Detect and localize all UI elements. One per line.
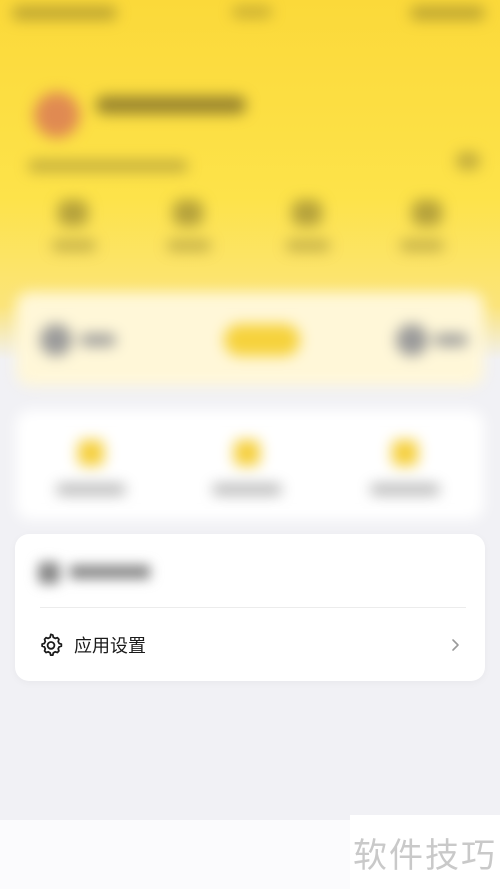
user-subtitle	[28, 160, 188, 172]
avatar[interactable]	[34, 92, 80, 138]
shortcut-icon-4[interactable]	[412, 200, 442, 226]
shortcut-label-2	[167, 240, 211, 251]
feature-icon-1[interactable]	[78, 440, 104, 466]
app-settings-row[interactable]: 应用设置	[15, 614, 485, 676]
feedback-icon	[38, 562, 60, 584]
gear-icon	[39, 633, 63, 657]
shortcut-icon-2[interactable]	[173, 200, 203, 226]
shortcut-label-3	[286, 240, 330, 251]
feature-icon-3[interactable]	[392, 440, 418, 466]
shortcut-label-4	[400, 240, 444, 251]
shortcut-label-1	[52, 240, 96, 251]
divider	[40, 607, 466, 608]
feedback-row-blurred[interactable]	[15, 534, 485, 607]
shortcut-icon-3[interactable]	[292, 200, 322, 226]
membership-text-right	[434, 334, 468, 346]
header-action-icon[interactable]	[456, 152, 480, 170]
membership-icon-left	[40, 324, 72, 356]
blurred-background-content	[0, 0, 500, 889]
status-bar-left	[12, 6, 117, 20]
feature-label-1	[56, 484, 126, 495]
chevron-right-icon	[449, 637, 461, 653]
membership-icon-right	[396, 324, 428, 356]
settings-card: 应用设置	[15, 534, 485, 681]
app-settings-label: 应用设置	[74, 636, 146, 657]
membership-action-button[interactable]	[224, 324, 300, 356]
username	[96, 96, 246, 114]
shortcut-icon-1[interactable]	[58, 200, 88, 226]
watermark: 软件技巧	[350, 815, 500, 889]
feedback-label	[70, 565, 150, 579]
feature-label-2	[212, 484, 282, 495]
watermark-text: 软件技巧	[353, 835, 497, 876]
membership-text-left	[80, 334, 116, 346]
feature-icon-2[interactable]	[234, 440, 260, 466]
status-bar-right	[410, 6, 485, 20]
feature-label-3	[370, 484, 440, 495]
status-bar-time	[232, 6, 272, 18]
